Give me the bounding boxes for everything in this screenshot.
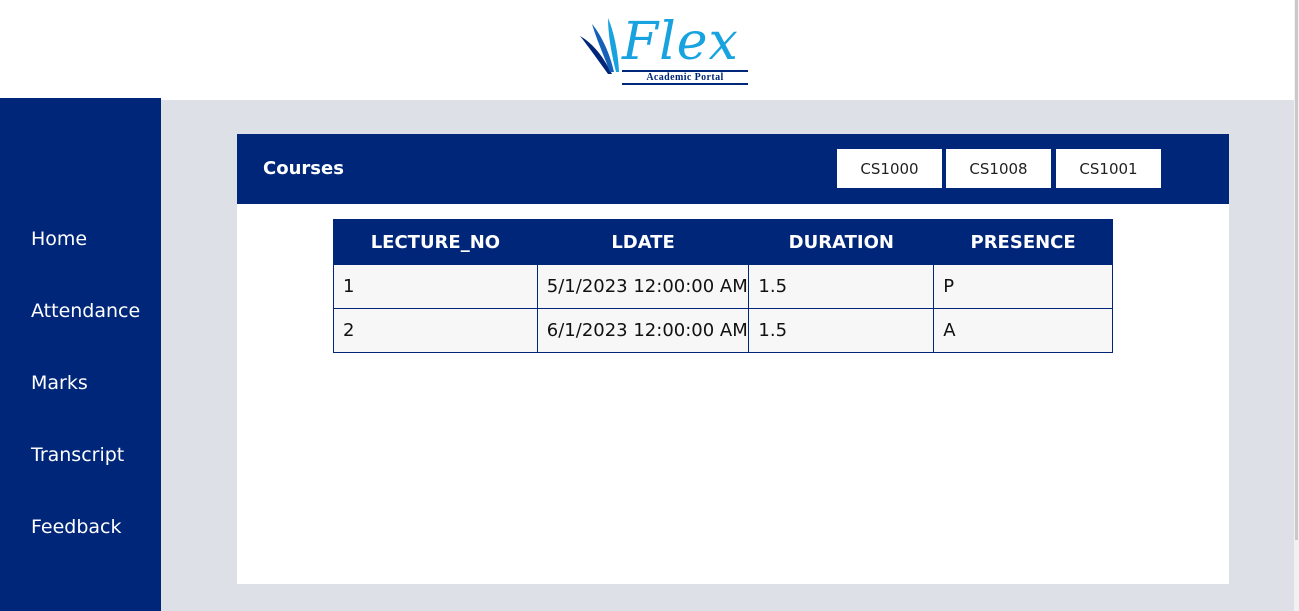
cell-duration: 1.5 (748, 308, 935, 353)
table-row: 1 5/1/2023 12:00:00 AM 1.5 P (333, 264, 1113, 309)
cell-duration: 1.5 (748, 264, 935, 309)
course-button-cs1001[interactable]: CS1001 (1056, 149, 1161, 188)
cell-presence: P (933, 264, 1113, 309)
sidebar-item-transcript[interactable]: Transcript (31, 443, 124, 467)
course-button-cs1000[interactable]: CS1000 (837, 149, 942, 188)
cell-ldate: 5/1/2023 12:00:00 AM (536, 264, 750, 309)
table-header-row: LECTURE_NO LDATE DURATION PRESENCE (333, 219, 1113, 265)
book-logo-icon (580, 18, 619, 74)
cell-presence: A (933, 308, 1113, 353)
sidebar-item-attendance[interactable]: Attendance (31, 299, 140, 323)
sidebar-item-home[interactable]: Home (31, 227, 87, 251)
courses-header: Courses CS1000 CS1008 CS1001 (237, 134, 1229, 204)
logo-subtitle: Academic Portal (622, 70, 748, 85)
column-header-duration: DURATION (748, 219, 935, 265)
logo-title: Flex (622, 12, 739, 72)
attendance-table: LECTURE_NO LDATE DURATION PRESENCE 1 5/1… (333, 219, 1113, 353)
column-header-ldate: LDATE (536, 219, 750, 265)
courses-card: Courses CS1000 CS1008 CS1001 LECTURE_NO … (237, 134, 1229, 584)
page: Flex Academic Portal Home Attendance Mar… (0, 0, 1299, 611)
logo[interactable]: Flex Academic Portal (578, 12, 753, 86)
sidebar-item-feedback[interactable]: Feedback (31, 515, 121, 539)
cell-lecture-no: 2 (333, 308, 538, 353)
sidebar: Home Attendance Marks Transcript Feedbac… (0, 98, 161, 611)
course-button-cs1008[interactable]: CS1008 (946, 149, 1051, 188)
cell-ldate: 6/1/2023 12:00:00 AM (536, 308, 750, 353)
sidebar-item-marks[interactable]: Marks (31, 371, 88, 395)
scrollbar-thumb[interactable] (1295, 0, 1298, 540)
header: Flex Academic Portal (0, 0, 1294, 100)
column-header-lecture-no: LECTURE_NO (333, 219, 538, 265)
cell-lecture-no: 1 (333, 264, 538, 309)
table-row: 2 6/1/2023 12:00:00 AM 1.5 A (333, 308, 1113, 353)
courses-title: Courses (263, 158, 344, 179)
column-header-presence: PRESENCE (933, 219, 1113, 265)
